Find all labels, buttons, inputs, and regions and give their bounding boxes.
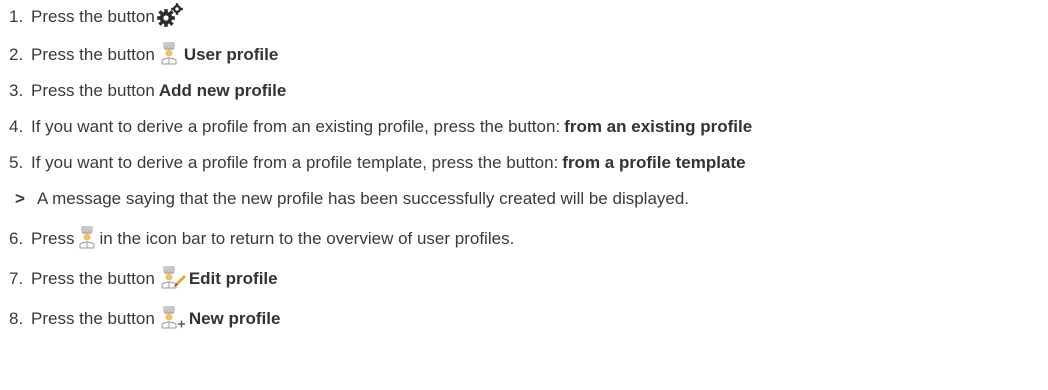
chef-add-icon: [160, 305, 186, 334]
button-name: Edit profile: [188, 269, 278, 288]
step-3: 3. Press the button Add new profile: [0, 76, 286, 106]
step-text: Press the button: [31, 45, 155, 64]
step-5: 5. If you want to derive a profile from …: [0, 148, 746, 178]
step-6: 6. Press in the icon bar to return to th…: [0, 224, 514, 254]
step-number: 3.: [9, 81, 24, 100]
button-name: Add new profile: [158, 81, 287, 100]
step-number: 7.: [9, 269, 24, 288]
button-name: from a profile template: [562, 153, 746, 172]
result-marker: >: [15, 189, 25, 208]
step-text: in the icon bar to return to the overvie…: [99, 229, 515, 248]
step-text: Press the button: [31, 7, 155, 26]
step-text-pre: Press: [31, 229, 75, 248]
gears-icon: [156, 2, 184, 32]
step-result: > A message saying that the new profile …: [0, 184, 689, 214]
step-8: 8. Press the button New profile: [0, 304, 280, 334]
step-number: 5.: [9, 153, 24, 172]
button-name: User profile: [183, 45, 279, 64]
step-number: 8.: [9, 309, 24, 328]
step-text: If you want to derive a profile from an …: [31, 117, 561, 136]
step-text: Press the button: [31, 81, 155, 100]
step-4: 4. If you want to derive a profile from …: [0, 112, 752, 142]
step-number: 4.: [9, 117, 24, 136]
step-number: 6.: [9, 229, 24, 248]
step-text: Press the button: [31, 269, 155, 288]
button-name: from an existing profile: [564, 117, 753, 136]
step-text: Press the button: [31, 309, 155, 328]
step-2: 2. Press the button User profile: [0, 40, 278, 70]
result-text: A message saying that the new profile ha…: [37, 189, 690, 208]
step-number: 1.: [9, 7, 24, 26]
chef-edit-icon: [160, 265, 186, 294]
chef-user-icon: [78, 225, 96, 254]
step-7: 7. Press the button Edit profile: [0, 264, 278, 294]
step-text: If you want to derive a profile from a p…: [31, 153, 559, 172]
step-1: 1. Press the button: [0, 2, 190, 32]
button-name: New profile: [188, 309, 281, 328]
step-number: 2.: [9, 45, 24, 64]
chef-user-icon: [160, 41, 178, 70]
